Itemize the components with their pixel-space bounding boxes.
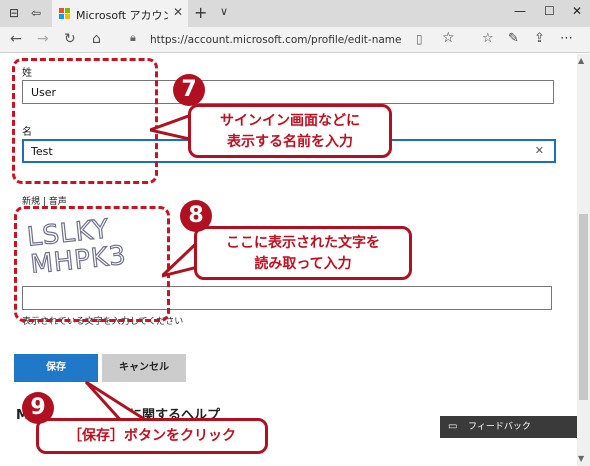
url-text[interactable]: https://account.microsoft.com/profile/ed…	[150, 34, 402, 46]
clear-input-icon[interactable]: ✕	[535, 144, 544, 157]
microsoft-logo-icon	[59, 8, 70, 19]
tab-close-icon[interactable]: ✕	[173, 5, 183, 19]
tab-list-chevron-icon[interactable]: ∨	[220, 5, 228, 18]
address-bar[interactable]: 🔒︎ https://account.microsoft.com/profile…	[124, 30, 464, 50]
new-tab-icon[interactable]: +	[194, 3, 207, 22]
step7-line-1: サインイン画面などに	[220, 113, 360, 129]
scroll-thumb[interactable]	[579, 214, 588, 400]
step7-line-2: 表示する名前を入力	[227, 134, 353, 150]
feedback-button[interactable]: ▭ フィードバック	[440, 416, 577, 438]
maximize-icon[interactable]: ☐	[544, 4, 555, 18]
set-aside-tabs-icon[interactable]: ⇦	[26, 4, 46, 22]
tab-preview-icon[interactable]: ⊟	[4, 4, 24, 22]
scroll-down-icon[interactable]: ▼	[578, 454, 584, 463]
hub-icon[interactable]: ☆	[482, 31, 494, 46]
step9-callout: ［保存］ボタンをクリック	[36, 418, 268, 454]
back-icon[interactable]: ←	[10, 31, 22, 47]
vertical-scrollbar[interactable]: ▲ ▼	[577, 54, 590, 466]
favorite-star-icon[interactable]: ☆	[442, 30, 455, 46]
active-tab[interactable]: Microsoft アカウント | 自分 ✕	[52, 0, 188, 27]
step8-line-2: 読み取って入力	[254, 256, 352, 272]
navigation-bar: ← → ↻ ⌂ 🔒︎ https://account.microsoft.com…	[0, 27, 590, 53]
step7-callout: サインイン画面などに 表示する名前を入力	[188, 104, 392, 158]
more-icon[interactable]: ⋯	[560, 31, 573, 46]
save-button[interactable]: 保存	[14, 354, 98, 382]
scroll-up-icon[interactable]: ▲	[578, 56, 584, 65]
step8-highlight	[14, 206, 170, 322]
share-icon[interactable]: ⇪	[534, 31, 545, 46]
notes-pen-icon[interactable]: ✎	[508, 31, 519, 46]
tab-title: Microsoft アカウント | 自分	[76, 9, 168, 22]
step9-badge: 9	[22, 392, 54, 424]
forward-icon[interactable]: →	[37, 31, 49, 47]
step8-line-1: ここに表示された文字を	[226, 235, 380, 251]
step7-badge: 7	[173, 74, 205, 106]
reading-view-icon[interactable]: ▯	[416, 32, 423, 46]
step8-badge: 8	[180, 200, 212, 232]
feedback-label: フィードバック	[468, 422, 531, 432]
step7-highlight	[12, 58, 158, 184]
minimize-icon[interactable]: —	[514, 4, 526, 18]
feedback-icon: ▭	[448, 421, 458, 432]
refresh-icon[interactable]: ↻	[64, 31, 76, 47]
close-window-icon[interactable]: ✕	[572, 4, 582, 18]
tab-bar: ⊟ ⇦ Microsoft アカウント | 自分 ✕ + ∨ — ☐ ✕	[0, 0, 590, 27]
cancel-button[interactable]: キャンセル	[102, 354, 186, 382]
home-icon[interactable]: ⌂	[92, 31, 101, 47]
step8-callout: ここに表示された文字を 読み取って入力	[194, 226, 412, 280]
lock-icon: 🔒︎	[130, 31, 136, 44]
